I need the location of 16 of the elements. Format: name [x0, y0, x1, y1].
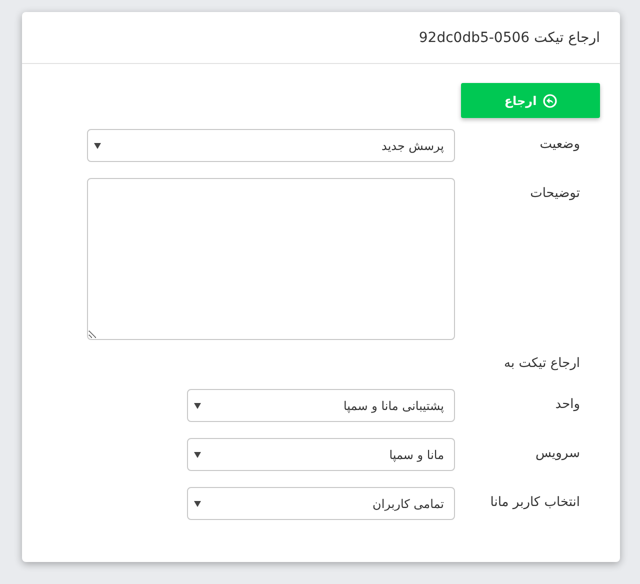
select-field[interactable]: تمامی کاربران — [187, 487, 455, 520]
caret-icon — [194, 500, 201, 506]
field-label: توضیحات — [529, 185, 580, 201]
caret-icon — [194, 452, 201, 458]
select-field[interactable]: مانا و سمپا — [187, 438, 455, 471]
select-field[interactable]: پشتیبانی مانا و سمپا — [187, 389, 455, 422]
section-title: ارجاع تیکت به — [503, 356, 581, 371]
description-field[interactable] — [87, 178, 455, 340]
select-field[interactable]: پرسش جدید — [87, 129, 455, 162]
field-label: واحد — [554, 396, 580, 412]
field-label: وضعیت — [538, 136, 580, 152]
field-label: انتخاب کاربر مانا — [489, 494, 580, 510]
field-label: سرویس — [534, 445, 580, 461]
caret-icon — [194, 402, 201, 408]
dialog-title: ارجاع تیکت 92dc0db5-0506 — [418, 30, 600, 46]
caret-icon — [94, 142, 101, 148]
